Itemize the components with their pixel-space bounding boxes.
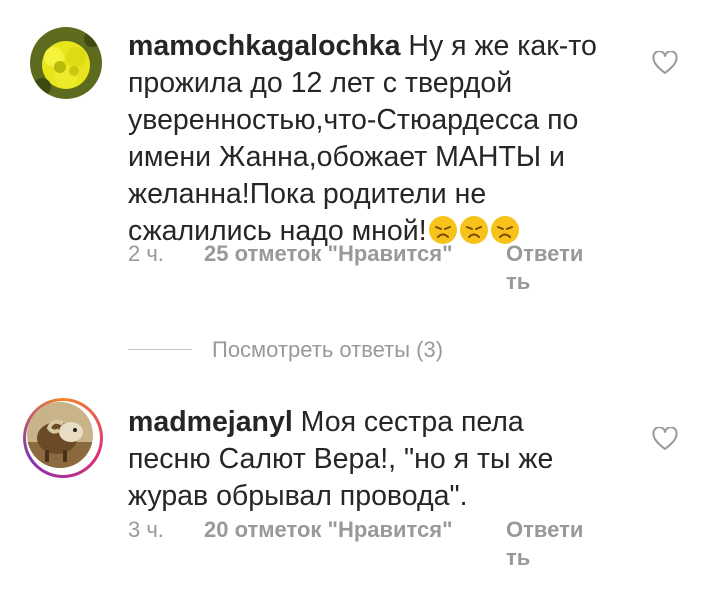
view-replies-label[interactable]: Посмотреть ответы (3) [212, 335, 443, 365]
reply-button[interactable]: Ответить [506, 240, 590, 296]
tired-face-emoji-icon [459, 215, 489, 245]
username[interactable]: mamochkagalochka [128, 30, 400, 62]
likes-count[interactable]: 20 отметок "Нравится" [204, 516, 453, 544]
reply-button[interactable]: Ответить [506, 516, 590, 572]
likes-count[interactable]: 25 отметок "Нравится" [204, 240, 453, 268]
yellow-flowers-avatar [30, 27, 102, 99]
username[interactable]: madmejanyl [128, 406, 293, 438]
like-heart-icon[interactable] [652, 426, 678, 451]
divider-line [128, 349, 192, 350]
timestamp: 2 ч. [128, 241, 164, 266]
avatar[interactable] [30, 27, 102, 99]
story-ring[interactable] [23, 398, 103, 478]
ram-avatar [27, 402, 93, 468]
comment-body: Ну я же как-то прожила до 12 лет с тверд… [128, 30, 597, 247]
timestamp: 3 ч. [128, 517, 164, 542]
comment-text: madmejanyl Моя сестра пела песню Салют В… [128, 404, 608, 515]
avatar[interactable] [27, 402, 93, 468]
comment-text: mamochkagalochka Ну я же как-то прожила … [128, 28, 608, 250]
like-heart-icon[interactable] [652, 50, 678, 75]
